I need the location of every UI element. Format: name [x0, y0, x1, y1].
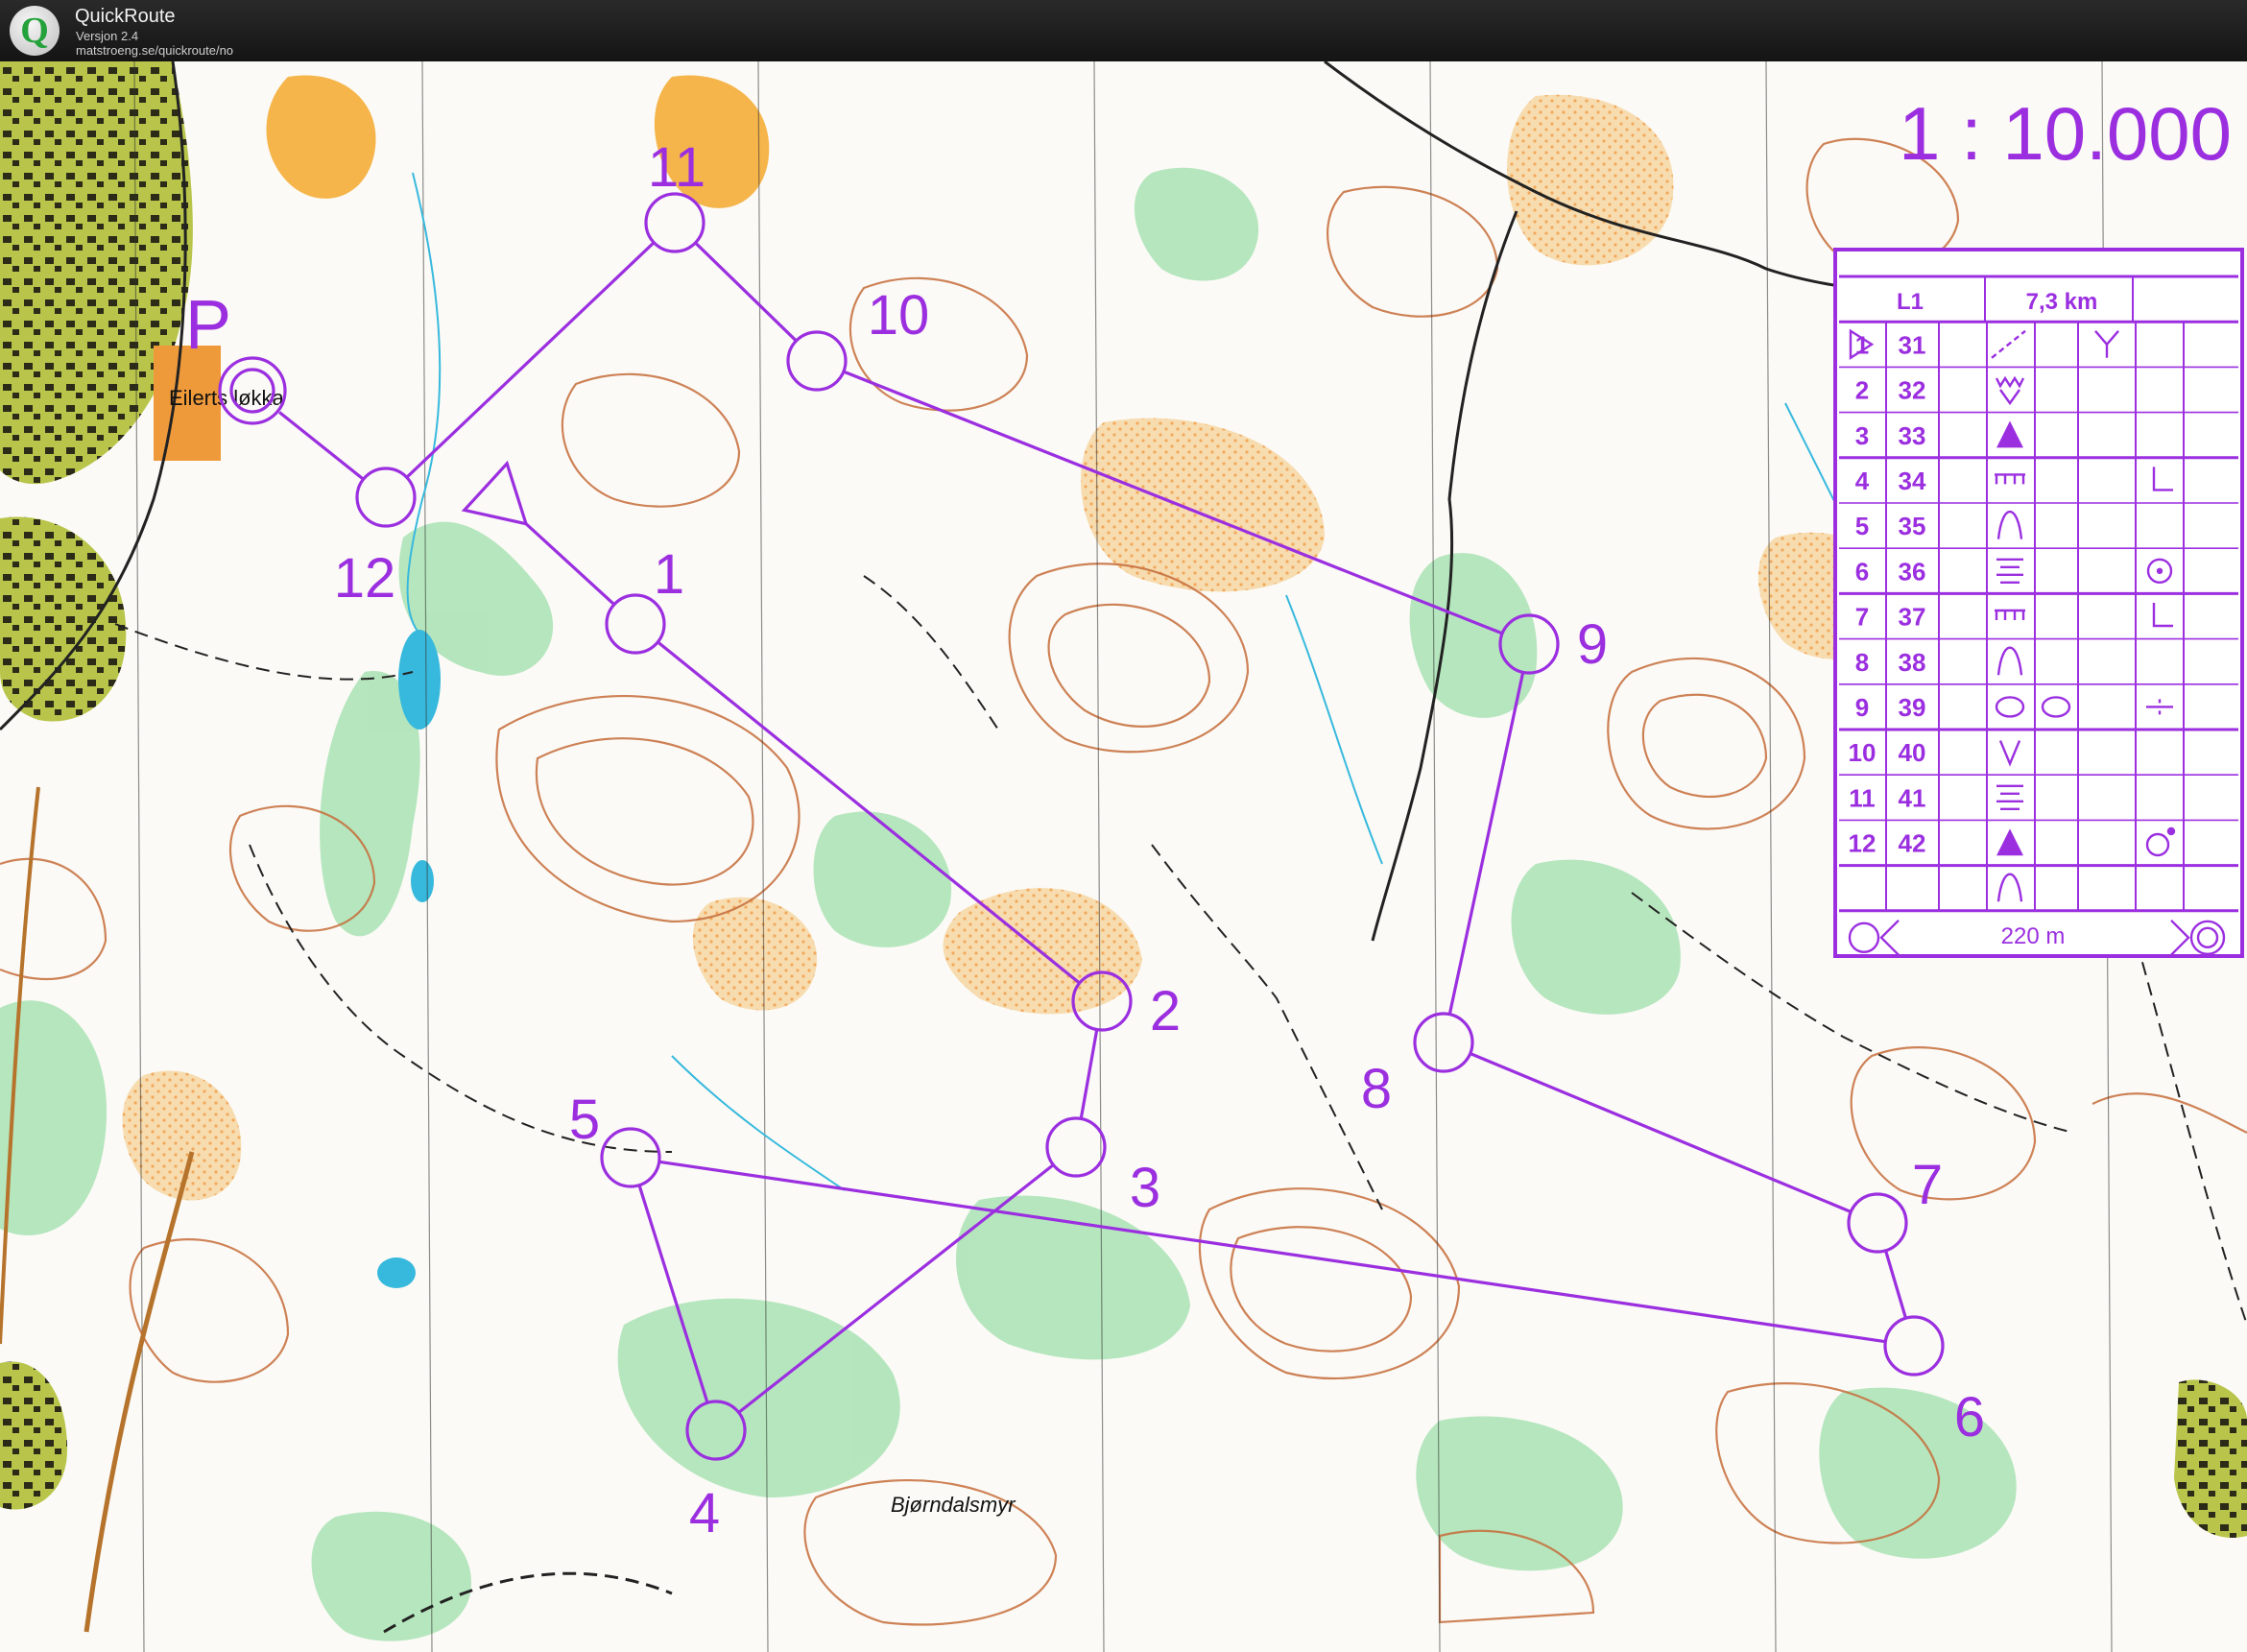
sheet-control-code: 39: [1899, 693, 1926, 722]
control-number: 7: [1912, 1154, 1943, 1216]
control-number: 1: [654, 543, 684, 606]
sheet-control-number: 9: [1855, 693, 1869, 722]
sheet-control-code: 40: [1899, 738, 1926, 767]
control-number: 2: [1150, 980, 1181, 1042]
sheet-control-code: 34: [1899, 467, 1926, 495]
sheet-control-number: 7: [1855, 603, 1869, 632]
sheet-control-code: 36: [1899, 557, 1926, 586]
control-number: 12: [334, 547, 396, 610]
sheet-control-number: 5: [1855, 512, 1869, 540]
sheet-control-number: 8: [1855, 648, 1869, 677]
quickroute-logo-icon: Q: [10, 6, 60, 56]
sheet-control-code: 38: [1899, 648, 1926, 677]
control-number: 3: [1130, 1157, 1160, 1219]
finish-distance: 220 m: [2001, 923, 2066, 949]
sheet-control-code: 33: [1899, 421, 1926, 450]
place-label-bjorndalsmyr: Bjørndalsmyr: [891, 1493, 1016, 1517]
control-number: 5: [569, 1089, 600, 1151]
sheet-control-code: 37: [1899, 603, 1926, 632]
control-description-sheet: L1 7,3 km 1 312 323 334 345 356 367 378 389 3910 4…: [1833, 248, 2244, 958]
control-number: 11: [648, 136, 705, 199]
sheet-control-number: 11: [1849, 783, 1876, 812]
control-number: 9: [1577, 613, 1608, 676]
control-number: 10: [868, 284, 930, 347]
sheet-control-code: 41: [1899, 783, 1926, 812]
sheet-control-number: 2: [1855, 376, 1869, 405]
sheet-control-code: 42: [1899, 829, 1926, 858]
logo-letter: Q: [20, 11, 49, 51]
sheet-control-code: 32: [1899, 376, 1926, 405]
app-title: QuickRoute: [75, 6, 176, 27]
course-name: L1: [1897, 289, 1924, 315]
sheet-control-number: 4: [1855, 467, 1870, 495]
control-number: 4: [689, 1482, 720, 1544]
map-scale: 1 : 10.000: [1899, 91, 2232, 176]
sheet-control-code: 35: [1899, 512, 1926, 540]
control-number: 6: [1954, 1386, 1985, 1448]
control-number: 8: [1361, 1058, 1392, 1120]
sheet-control-code: 31: [1899, 330, 1926, 359]
app-version: Versjon 2.4: [76, 29, 139, 43]
parking-label: P: [185, 287, 231, 364]
course-length: 7,3 km: [2026, 289, 2098, 315]
sheet-control-number: 6: [1855, 557, 1869, 586]
sheet-control-number: 3: [1855, 421, 1869, 450]
sheet-control-number: 10: [1849, 738, 1876, 767]
orienteering-map[interactable]: Eilerts løkka Bjørndalsmyr 1234567891011…: [0, 61, 2247, 1652]
app-url: matstroeng.se/quickroute/no: [76, 43, 234, 58]
title-bar: Q QuickRoute Versjon 2.4 matstroeng.se/q…: [0, 0, 2247, 61]
sheet-control-number: 12: [1849, 829, 1876, 858]
